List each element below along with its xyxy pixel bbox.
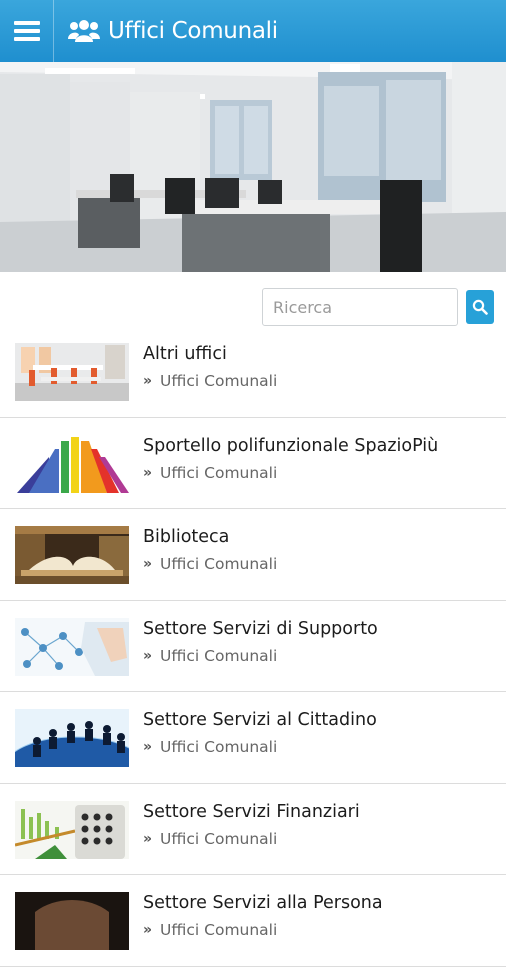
- search-button[interactable]: [466, 290, 494, 324]
- item-category-label: Uffici Comunali: [160, 738, 278, 756]
- office-list: Altri uffici » Uffici Comunali Sportello…: [0, 326, 506, 967]
- double-chevron-right-icon: »: [143, 830, 153, 847]
- app-title-group: Uffici Comunali: [68, 18, 278, 44]
- item-category-label: Uffici Comunali: [160, 921, 278, 939]
- hamburger-icon: [13, 21, 40, 41]
- item-category: » Uffici Comunali: [143, 738, 277, 756]
- double-chevron-right-icon: »: [143, 556, 153, 572]
- list-item-servizi-finanziari[interactable]: Settore Servizi Finanziari » Uffici Comu…: [0, 784, 506, 875]
- list-item-servizi-persona[interactable]: Settore Servizi alla Persona » Uffici Co…: [0, 875, 506, 967]
- double-chevron-right-icon: »: [143, 373, 153, 389]
- list-item-biblioteca[interactable]: Biblioteca » Uffici Comunali: [0, 509, 506, 601]
- item-category: » Uffici Comunali: [143, 555, 277, 573]
- item-category-label: Uffici Comunali: [160, 463, 278, 482]
- item-title: Settore Servizi al Cittadino: [143, 710, 377, 730]
- list-item-servizi-supporto[interactable]: Settore Servizi di Supporto » Uffici Com…: [0, 601, 506, 692]
- people-globe-thumbnail: [15, 709, 129, 767]
- menu-button[interactable]: [0, 0, 54, 62]
- item-category: » Uffici Comunali: [143, 921, 277, 939]
- item-title: Settore Servizi di Supporto: [143, 618, 378, 639]
- list-item-sportello[interactable]: Sportello polifunzionale SpazioPiù » Uff…: [0, 418, 506, 509]
- page-title: Uffici Comunali: [108, 18, 278, 44]
- list-item-altri-uffici[interactable]: Altri uffici » Uffici Comunali: [0, 326, 506, 418]
- office-room-thumbnail: [15, 343, 129, 401]
- hands-thumbnail: [15, 892, 129, 950]
- search-icon: [472, 299, 488, 315]
- rainbow-steps-thumbnail: [15, 434, 129, 493]
- search-row: [262, 288, 494, 326]
- users-group-icon: [68, 20, 100, 42]
- item-category-label: Uffici Comunali: [160, 646, 278, 665]
- search-input[interactable]: [262, 288, 458, 326]
- item-title: Settore Servizi alla Persona: [143, 893, 383, 913]
- item-category: » Uffici Comunali: [143, 464, 277, 482]
- item-category-label: Uffici Comunali: [160, 555, 278, 573]
- list-item-servizi-cittadino[interactable]: Settore Servizi al Cittadino » Uffici Co…: [0, 692, 506, 784]
- item-title: Altri uffici: [143, 344, 227, 364]
- double-chevron-right-icon: »: [143, 647, 153, 664]
- calculator-charts-thumbnail: [15, 800, 129, 859]
- item-category: » Uffici Comunali: [143, 372, 277, 390]
- double-chevron-right-icon: »: [143, 922, 153, 938]
- app-bar: Uffici Comunali: [0, 0, 506, 62]
- item-category-label: Uffici Comunali: [160, 372, 278, 390]
- item-title: Biblioteca: [143, 527, 230, 547]
- double-chevron-right-icon: »: [143, 464, 153, 481]
- network-hand-thumbnail: [15, 617, 129, 676]
- item-title: Sportello polifunzionale SpazioPiù: [143, 435, 439, 456]
- books-thumbnail: [15, 526, 129, 584]
- item-category: » Uffici Comunali: [143, 647, 277, 665]
- item-category: » Uffici Comunali: [143, 830, 277, 848]
- item-category-label: Uffici Comunali: [160, 829, 278, 848]
- item-title: Settore Servizi Finanziari: [143, 801, 360, 822]
- double-chevron-right-icon: »: [143, 739, 153, 755]
- hero-image: [0, 62, 506, 272]
